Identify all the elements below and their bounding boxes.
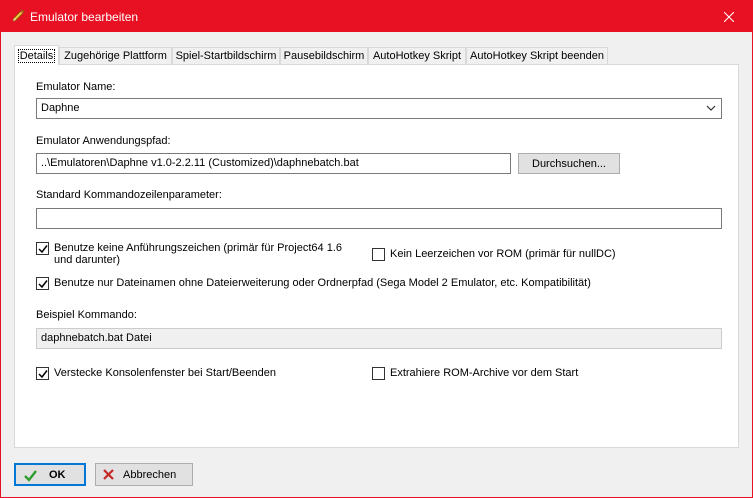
browse-button[interactable]: Durchsuchen...: [518, 153, 620, 174]
no-space-label: Kein Leerzeichen vor ROM (primär für nul…: [390, 248, 616, 260]
ok-button[interactable]: OK: [14, 463, 86, 486]
window-title: Emulator bearbeiten: [30, 10, 139, 24]
x-icon: [103, 469, 114, 480]
example-label: Beispiel Kommando:: [36, 309, 137, 321]
ok-label: OK: [49, 469, 66, 481]
details-panel: Emulator Name: Daphne Emulator Anwendung…: [14, 64, 739, 448]
tab-ahk-exit-script[interactable]: AutoHotkey Skript beenden: [466, 47, 608, 64]
tab-details[interactable]: Details: [14, 45, 59, 65]
checkmark-icon: [38, 280, 48, 289]
filename-only-label: Benutze nur Dateinamen ohne Dateierweite…: [54, 277, 591, 289]
checkmark-icon: [24, 470, 37, 482]
checkbox-box: [36, 242, 49, 255]
checkmark-icon: [38, 245, 48, 254]
close-icon: [724, 11, 734, 22]
no-quotes-checkbox[interactable]: Benutze keine Anführungszeichen (primär …: [36, 242, 356, 266]
extract-rom-label: Extrahiere ROM-Archive vor dem Start: [390, 367, 579, 379]
chevron-down-icon: [706, 105, 716, 111]
tab-ahk-script[interactable]: AutoHotkey Skript: [368, 47, 466, 64]
extract-rom-checkbox[interactable]: Extrahiere ROM-Archive vor dem Start: [372, 367, 578, 380]
example-command-field: daphnebatch.bat Datei: [36, 328, 722, 349]
emulator-name-select[interactable]: Daphne: [36, 98, 722, 119]
dialog-window: Emulator bearbeiten Details Zugehörige P…: [0, 0, 753, 498]
filename-only-checkbox[interactable]: Benutze nur Dateinamen ohne Dateierweite…: [36, 277, 591, 290]
tab-platform[interactable]: Zugehörige Plattform: [59, 47, 172, 64]
checkbox-box: [36, 277, 49, 290]
checkbox-box: [372, 248, 385, 261]
close-button[interactable]: [706, 1, 752, 32]
hide-console-checkbox[interactable]: Verstecke Konsolenfenster bei Start/Been…: [36, 367, 276, 380]
checkmark-icon: [38, 370, 48, 379]
cmdline-input[interactable]: [36, 208, 722, 229]
no-quotes-label: Benutze keine Anführungszeichen (primär …: [54, 242, 342, 266]
cancel-button[interactable]: Abbrechen: [95, 463, 193, 486]
app-path-label: Emulator Anwendungspfad:: [36, 135, 171, 147]
cancel-label: Abbrechen: [123, 469, 177, 481]
checkbox-box: [372, 367, 385, 380]
title-bar: Emulator bearbeiten: [1, 1, 752, 32]
tab-pause-screen[interactable]: Pausebildschirm: [280, 47, 368, 64]
emulator-name-label: Emulator Name:: [36, 81, 116, 93]
app-path-input[interactable]: ..\Emulatoren\Daphne v1.0-2.2.11 (Custom…: [36, 153, 511, 174]
pencil-icon: [12, 9, 25, 22]
emulator-name-value: Daphne: [41, 102, 80, 114]
no-space-checkbox[interactable]: Kein Leerzeichen vor ROM (primär für nul…: [372, 248, 616, 261]
hide-console-label: Verstecke Konsolenfenster bei Start/Been…: [54, 367, 276, 379]
tab-start-screen[interactable]: Spiel-Startbildschirm: [172, 47, 280, 64]
cmdline-label: Standard Kommandozeilenparameter:: [36, 189, 222, 201]
checkbox-box: [36, 367, 49, 380]
